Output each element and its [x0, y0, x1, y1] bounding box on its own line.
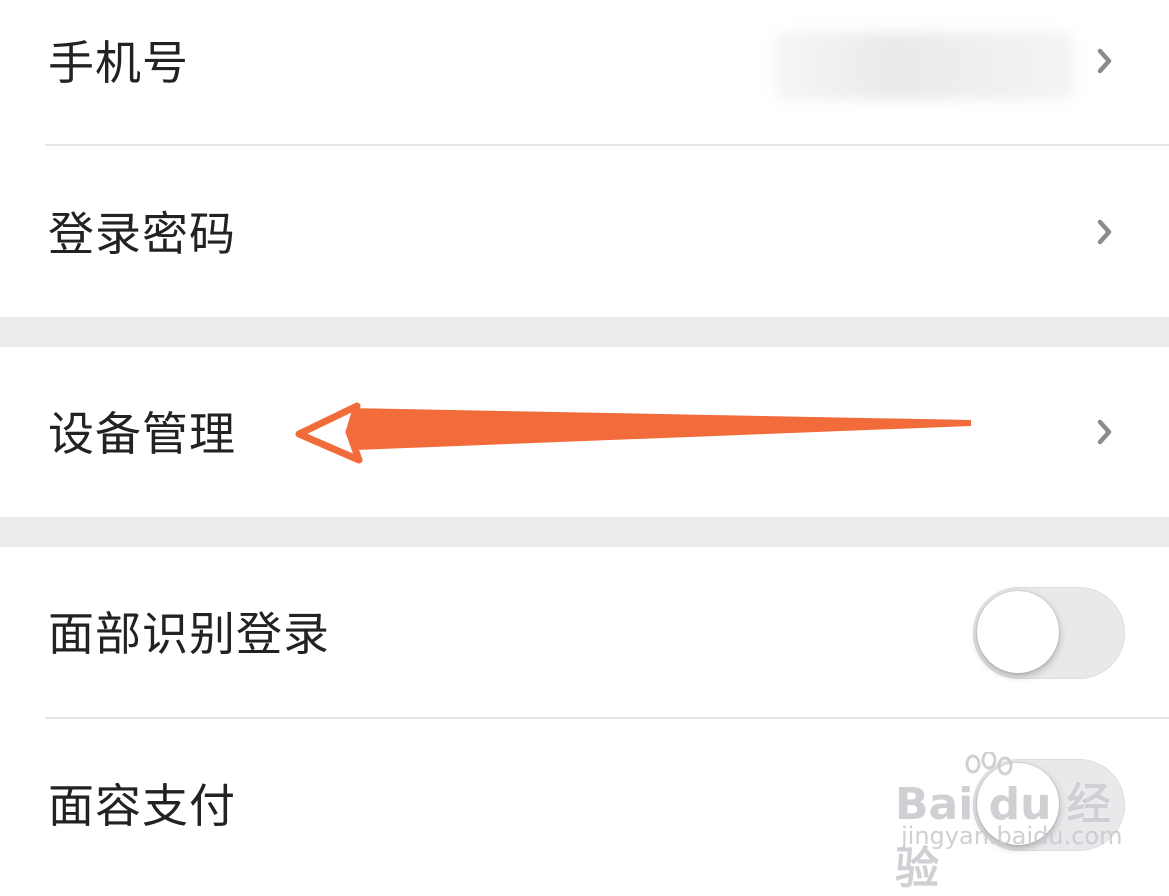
toggle-knob [977, 763, 1059, 845]
chevron-right-icon [1095, 218, 1115, 246]
chevron-right-icon [1095, 418, 1115, 446]
phone-number-value-redacted [774, 32, 1074, 100]
annotation-arrow-icon [295, 402, 971, 464]
section-gap [0, 517, 1169, 547]
face-login-label: 面部识别登录 [48, 607, 330, 661]
face-pay-row: 面容支付 [0, 719, 1169, 877]
device-management-label: 设备管理 [48, 407, 236, 461]
login-password-label: 登录密码 [48, 207, 236, 261]
face-login-row: 面部识别登录 [0, 547, 1169, 717]
phone-number-row[interactable]: 手机号 [0, 0, 1169, 145]
face-login-toggle[interactable] [973, 587, 1125, 679]
toggle-knob [977, 591, 1059, 673]
chevron-right-icon [1095, 47, 1115, 75]
face-pay-toggle[interactable] [973, 759, 1125, 851]
face-pay-label: 面容支付 [48, 779, 236, 833]
phone-number-label: 手机号 [48, 36, 189, 90]
section-gap [0, 317, 1169, 347]
login-password-row[interactable]: 登录密码 [0, 146, 1169, 317]
